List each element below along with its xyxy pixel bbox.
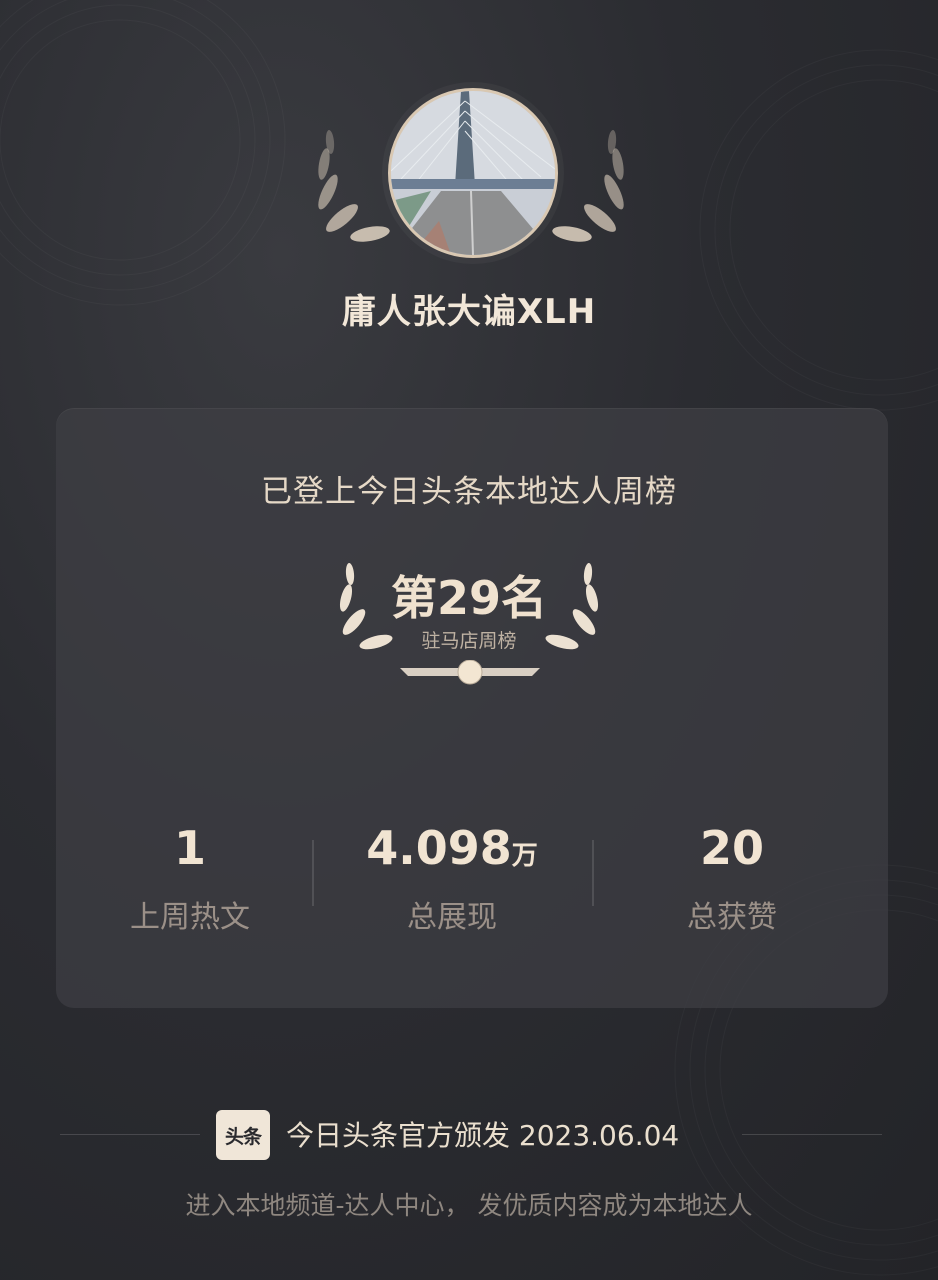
- username: 庸人张大谝XLH: [341, 292, 597, 332]
- stat-divider: [592, 840, 594, 906]
- stat-divider: [312, 840, 314, 906]
- stat-unit: 万: [511, 841, 538, 871]
- stat-likes: 20 总获赞: [602, 818, 862, 936]
- rank-pedestal-icon: [400, 660, 540, 685]
- stat-label: 总展现: [407, 900, 497, 935]
- rank-value: 第29名: [390, 571, 547, 625]
- stat-value: 20: [699, 821, 764, 875]
- footer-line-left: [60, 1134, 200, 1135]
- rank-scope: 驻马店周榜: [421, 630, 517, 652]
- avatar[interactable]: [388, 88, 558, 258]
- hint-text[interactable]: 进入本地频道-达人中心， 发优质内容成为本地达人: [0, 1186, 938, 1222]
- stat-hot-articles: 1 上周热文: [60, 818, 320, 936]
- avatar-image: [388, 88, 558, 258]
- laurel-right-icon: [552, 130, 624, 242]
- card-title: 已登上今日头条本地达人周榜: [261, 474, 677, 510]
- issued-by-text: 今日头条官方颁发 2023.06.04: [286, 1119, 680, 1152]
- laurel-left-icon: [318, 130, 390, 242]
- footer-line-right: [742, 1134, 882, 1135]
- stat-impressions: 4.098万 总展现: [322, 818, 582, 936]
- stat-value: 4.098: [366, 821, 512, 875]
- stat-label: 上周热文: [130, 900, 250, 935]
- stat-label: 总获赞: [687, 900, 777, 935]
- stat-value: 1: [173, 821, 206, 875]
- toutiao-logo: 头条: [216, 1110, 270, 1160]
